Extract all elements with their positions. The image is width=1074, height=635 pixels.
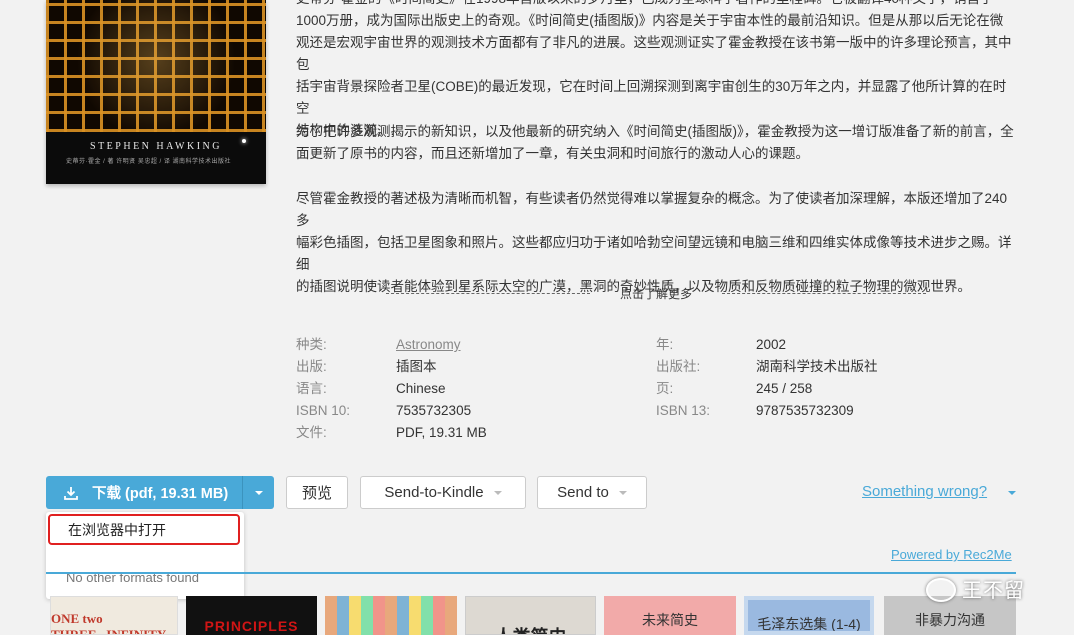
year-label: 年: <box>656 334 710 356</box>
send-to-button[interactable]: Send to <box>537 476 647 509</box>
isbn10-value: 7535732305 <box>396 400 487 422</box>
download-label: 下载 (pdf, 19.31 MB) <box>92 482 228 503</box>
metadata-values-right: 2002 湖南科学技术出版社 245 / 258 9787535732309 <box>756 334 878 422</box>
year-value: 2002 <box>756 334 878 356</box>
send-to-kindle-button[interactable]: Send-to-Kindle <box>360 476 526 509</box>
read-more-link[interactable]: 点击了解更多 <box>620 285 692 302</box>
description-line: 括宇宙背景探险者卫星(COBE)的最近发现，它在时间上回溯探测到离宇宙创生的30… <box>296 76 1018 120</box>
recommended-book-title: PRINCIPLES <box>204 618 298 635</box>
publisher-value: 湖南科学技术出版社 <box>756 356 878 378</box>
something-wrong-link[interactable]: Something wrong? <box>862 483 987 500</box>
description-line: 1000万册，成为国际出版史上的奇观。《时间简史(插图版)》内容是关于宇宙本性的… <box>296 10 1018 32</box>
recommended-book[interactable]: ONE two THREE...INFINITY <box>50 596 178 635</box>
category-link[interactable]: Astronomy <box>396 337 461 352</box>
watermark-text: 王不留 <box>962 574 1025 603</box>
category-label: 种类: <box>296 334 350 356</box>
language-value: Chinese <box>396 378 487 400</box>
isbn10-label: ISBN 10: <box>296 400 350 422</box>
edition-label: 出版: <box>296 356 350 378</box>
description-line: 为了把许多观测揭示的新知识，以及他最新的研究纳入《时间简史(插图版)》，霍金教授… <box>296 121 1018 143</box>
powered-by-rec2me-link[interactable]: Powered by Rec2Me <box>891 547 1012 562</box>
isbn13-value: 9787535732309 <box>756 400 878 422</box>
book-cover[interactable]: STEPHEN HAWKING 史蒂芬·霍金 / 著 许明贤 吴忠超 / 译 湖… <box>46 0 266 184</box>
send-to-label: Send to <box>557 484 627 501</box>
cover-author: STEPHEN HAWKING <box>46 141 266 152</box>
file-label: 文件: <box>296 422 350 444</box>
metadata-labels-left: 种类: 出版: 语言: ISBN 10: 文件: <box>296 334 350 444</box>
recommended-book-title: 未来简史 <box>642 610 698 635</box>
download-format-menu: 在浏览器中打开 No other formats found <box>46 512 244 599</box>
recommended-book[interactable] <box>325 596 457 635</box>
pages-value: 245 / 258 <box>756 378 878 400</box>
recommended-book-title: 非暴力沟通 <box>915 610 985 635</box>
language-label: 语言: <box>296 378 350 400</box>
send-to-kindle-label: Send-to-Kindle <box>384 484 501 501</box>
description-line: 幅彩色插图，包括卫星图象和照片。这些都应归功于诸如哈勃空间望远镜和电脑三维和四维… <box>296 232 1018 276</box>
file-value: PDF, 19.31 MB <box>396 422 487 444</box>
recommended-book[interactable]: 人类简史 <box>465 596 596 635</box>
download-options-toggle[interactable] <box>242 476 274 509</box>
recommended-book[interactable]: 未来简史 <box>604 596 736 635</box>
description-paragraph-2: 为了把许多观测揭示的新知识，以及他最新的研究纳入《时间简史(插图版)》，霍金教授… <box>296 121 1018 165</box>
cover-credits: 史蒂芬·霍金 / 著 许明贤 吴忠超 / 译 湖南科学技术出版社 <box>66 156 231 165</box>
publisher-label: 出版社: <box>656 356 710 378</box>
metadata-values-left: Astronomy 插图本 Chinese 7535732305 PDF, 19… <box>396 334 487 444</box>
isbn13-label: ISBN 13: <box>656 400 710 422</box>
pages-label: 页: <box>656 378 710 400</box>
description-line: 史蒂芬·霍金的《时间简史》在1998年首版以来的岁月里，已成为全球科学著作的里程… <box>296 0 1018 10</box>
divider-left <box>386 293 590 294</box>
section-divider <box>46 572 1016 574</box>
edition-value: 插图本 <box>396 356 487 378</box>
description-line: 尽管霍金教授的著述极为清晰而机智，有些读者仍然觉得难以掌握复杂的概念。为了使读者… <box>296 188 1018 232</box>
open-in-browser-option[interactable]: 在浏览器中打开 <box>48 514 240 545</box>
description-line: 面更新了原书的内容，而且还新增加了一章，有关虫洞和时间旅行的激动人心的课题。 <box>296 143 1018 165</box>
recommended-book[interactable]: 毛泽东选集 (1-4) <box>744 596 874 635</box>
description-paragraph-3: 尽管霍金教授的著述极为清晰而机智，有些读者仍然觉得难以掌握复杂的概念。为了使读者… <box>296 188 1018 298</box>
preview-button[interactable]: 预览 <box>286 476 348 509</box>
preview-label: 预览 <box>302 482 332 503</box>
divider-right <box>722 293 926 294</box>
chevron-down-icon <box>255 491 263 495</box>
download-icon <box>64 486 78 500</box>
recommended-book-title: 人类简史 <box>495 623 567 634</box>
recommended-book[interactable]: PRINCIPLES <box>186 596 317 635</box>
recommended-book-title: ONE two THREE...INFINITY <box>51 611 177 634</box>
description-line: 观还是宏观宇宙世界的观测技术方面都有了非凡的进展。这些观测证实了霍金教授在该书第… <box>296 32 1018 76</box>
wechat-icon <box>926 578 956 602</box>
metadata-labels-right: 年: 出版社: 页: ISBN 13: <box>656 334 710 422</box>
chevron-down-icon <box>1008 491 1016 495</box>
recommended-book-title: 毛泽东选集 (1-4) <box>757 614 860 631</box>
download-button[interactable]: 下载 (pdf, 19.31 MB) <box>46 476 242 509</box>
cover-art <box>46 0 266 132</box>
